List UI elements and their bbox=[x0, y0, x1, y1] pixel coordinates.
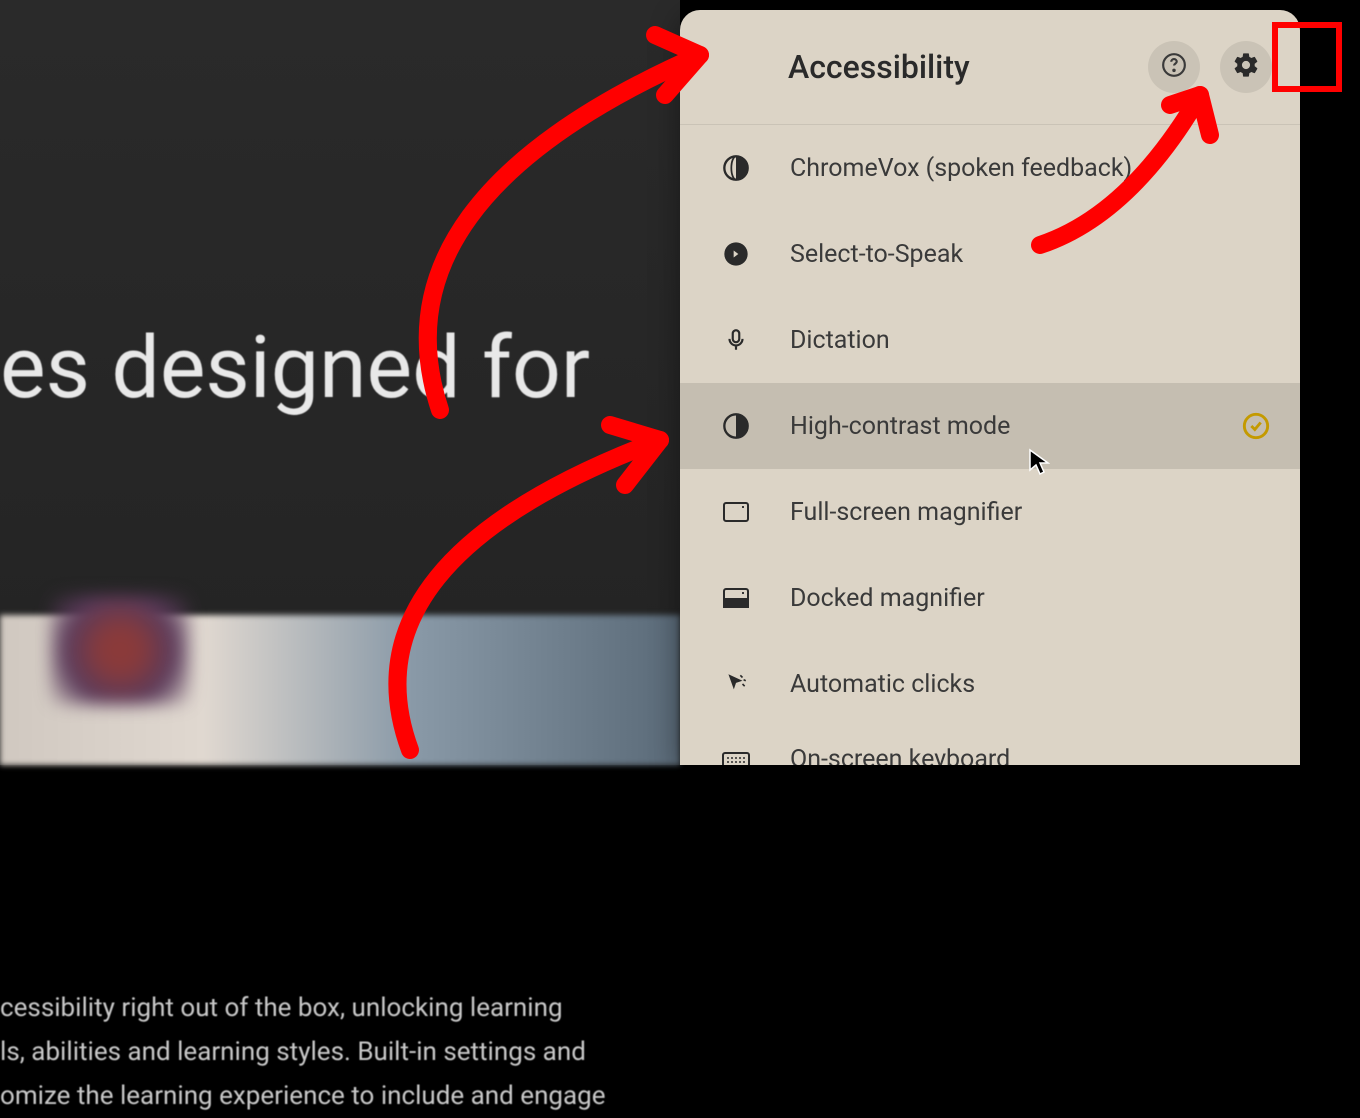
chromevox-item[interactable]: ChromeVox (spoken feedback) bbox=[680, 125, 1300, 211]
help-button[interactable] bbox=[1148, 41, 1200, 93]
select-to-speak-label: Select-to-Speak bbox=[790, 240, 1272, 269]
chromevox-label: ChromeVox (spoken feedback) bbox=[790, 154, 1272, 183]
paragraph-line-3: omize the learning experience to include… bbox=[0, 1074, 680, 1118]
speaker-icon bbox=[720, 238, 752, 270]
panel-header: Accessibility bbox=[680, 10, 1300, 125]
dictation-label: Dictation bbox=[790, 326, 1272, 355]
annotation-red-box bbox=[1272, 22, 1342, 92]
mouse-cursor bbox=[1028, 448, 1050, 480]
magnifier-full-icon bbox=[720, 496, 752, 528]
docked-magnifier-label: Docked magnifier bbox=[790, 584, 1272, 613]
paragraph-line-1: cessibility right out of the box, unlock… bbox=[0, 986, 680, 1030]
pointer-auto-icon bbox=[720, 668, 752, 700]
heading-line-1: es designed for bbox=[0, 316, 680, 419]
automatic-clicks-item[interactable]: Automatic clicks bbox=[680, 641, 1300, 727]
microphone-icon bbox=[720, 324, 752, 356]
dictation-item[interactable]: Dictation bbox=[680, 297, 1300, 383]
background-page: es designed for learners cessibility rig… bbox=[0, 0, 680, 765]
globe-icon bbox=[720, 152, 752, 184]
check-icon bbox=[1240, 410, 1272, 442]
high-contrast-item[interactable]: High-contrast mode bbox=[680, 383, 1300, 469]
contrast-icon bbox=[720, 410, 752, 442]
accessibility-options-list: ChromeVox (spoken feedback) Select-to-Sp… bbox=[680, 125, 1300, 765]
background-photo-detail bbox=[50, 595, 190, 705]
gear-icon bbox=[1232, 51, 1260, 83]
on-screen-keyboard-item[interactable]: On-screen keyboard bbox=[680, 727, 1300, 765]
full-screen-magnifier-label: Full-screen magnifier bbox=[790, 498, 1272, 527]
on-screen-keyboard-label: On-screen keyboard bbox=[790, 745, 1272, 765]
settings-button[interactable] bbox=[1220, 41, 1272, 93]
accessibility-panel: Accessibility bbox=[680, 10, 1300, 765]
automatic-clicks-label: Automatic clicks bbox=[790, 670, 1272, 699]
page-paragraph: cessibility right out of the box, unlock… bbox=[0, 936, 680, 1118]
panel-title: Accessibility bbox=[708, 48, 1148, 86]
select-to-speak-item[interactable]: Select-to-Speak bbox=[680, 211, 1300, 297]
high-contrast-label: High-contrast mode bbox=[790, 412, 1240, 441]
paragraph-line-2: ls, abilities and learning styles. Built… bbox=[0, 1030, 680, 1074]
full-screen-magnifier-item[interactable]: Full-screen magnifier bbox=[680, 469, 1300, 555]
help-icon bbox=[1161, 52, 1187, 82]
header-icons bbox=[1148, 41, 1272, 93]
page-heading: es designed for learners bbox=[0, 0, 680, 936]
docked-magnifier-item[interactable]: Docked magnifier bbox=[680, 555, 1300, 641]
magnifier-docked-icon bbox=[720, 582, 752, 614]
keyboard-icon bbox=[720, 745, 752, 765]
